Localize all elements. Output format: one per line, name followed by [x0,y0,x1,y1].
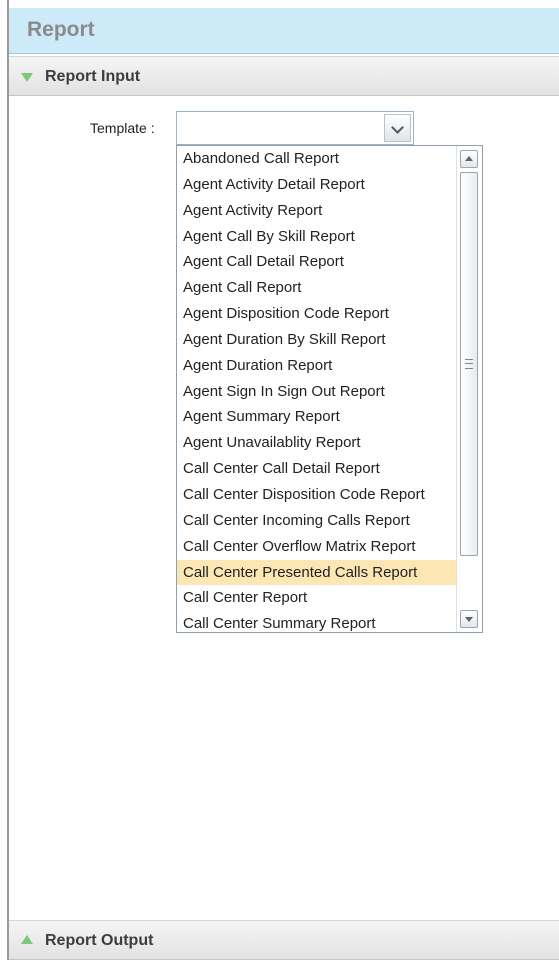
template-option[interactable]: Agent Call Detail Report [177,249,457,275]
arrow-up-icon [465,156,473,161]
template-option[interactable]: Agent Unavailablity Report [177,430,457,456]
template-option[interactable]: Agent Disposition Code Report [177,301,457,327]
template-option[interactable]: Call Center Incoming Calls Report [177,508,457,534]
report-output-section-toggle[interactable]: Report Output [9,920,559,960]
dropdown-scrollbar[interactable] [456,146,482,632]
template-option[interactable]: Call Center Summary Report [177,611,457,632]
template-option[interactable]: Agent Call Report [177,275,457,301]
template-option[interactable]: Agent Call By Skill Report [177,224,457,250]
template-option[interactable]: Call Center Disposition Code Report [177,482,457,508]
scroll-thumb[interactable] [460,172,478,556]
template-option[interactable]: Call Center Call Detail Report [177,456,457,482]
template-option[interactable]: Agent Duration Report [177,353,457,379]
template-option[interactable]: Call Center Overflow Matrix Report [177,534,457,560]
template-option[interactable]: Abandoned Call Report [177,146,457,172]
template-option[interactable]: Agent Activity Detail Report [177,172,457,198]
template-combobox[interactable] [176,111,414,145]
template-option[interactable]: Agent Activity Report [177,198,457,224]
template-option[interactable]: Agent Duration By Skill Report [177,327,457,353]
report-input-label: Report Input [45,68,141,85]
template-dropdown-button[interactable] [384,114,411,142]
chevron-down-icon [391,121,404,134]
left-border [0,0,9,960]
scroll-up-button[interactable] [460,150,478,168]
template-option[interactable]: Call Center Presented Calls Report [177,559,457,586]
scroll-down-button[interactable] [460,610,478,628]
panel-header: Report [9,8,559,54]
arrow-down-icon [465,617,473,622]
template-dropdown-list: Abandoned Call Report Agent Activity Deta… [176,145,483,633]
triangle-up-icon [21,935,33,944]
template-option[interactable]: Call Center Report [177,585,457,611]
report-panel: Report Report Input Template : Abandoned… [0,0,559,960]
template-option[interactable]: Agent Summary Report [177,404,457,430]
template-label: Template : [90,120,155,136]
report-input-section-toggle[interactable]: Report Input [9,56,559,96]
page-title: Report [27,18,95,41]
triangle-down-icon [21,73,33,82]
report-output-label: Report Output [45,932,154,949]
template-options: Abandoned Call Report Agent Activity Deta… [177,146,457,632]
template-option[interactable]: Agent Sign In Sign Out Report [177,379,457,405]
grip-icon [465,359,473,369]
